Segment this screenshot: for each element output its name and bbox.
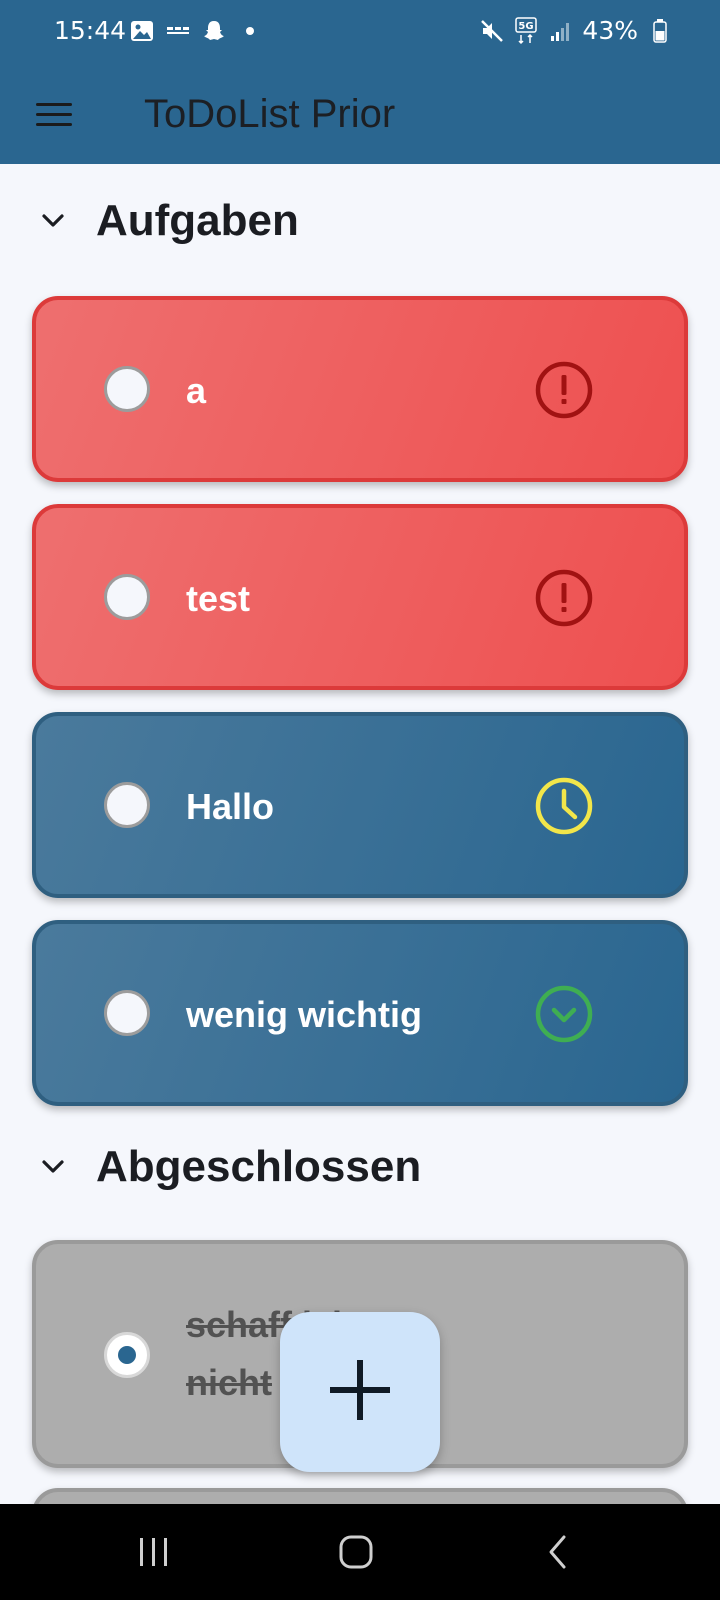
task-label: a	[186, 370, 207, 411]
status-bar: 15:44 5G 43%	[0, 0, 720, 64]
plus-icon	[328, 1358, 392, 1427]
add-task-button[interactable]	[280, 1312, 440, 1472]
status-left-icons	[130, 18, 262, 44]
status-time: 15:44	[54, 16, 127, 45]
system-nav-bar	[0, 1504, 720, 1600]
alert-circle-icon	[534, 360, 594, 420]
chevron-circle-down-icon	[534, 984, 594, 1044]
task-checkbox-checked[interactable]	[104, 1332, 150, 1378]
section-title-open: Aufgaben	[96, 196, 299, 245]
signal-icon	[548, 18, 572, 44]
task-label: wenig wichtig	[186, 994, 423, 1035]
recent-apps-icon[interactable]	[124, 1530, 184, 1574]
task-card[interactable]: test	[32, 504, 688, 690]
app-title: ToDoList Prior	[144, 92, 396, 136]
home-icon[interactable]	[326, 1530, 386, 1574]
mute-icon	[480, 18, 504, 44]
task-card[interactable]: a	[32, 296, 688, 482]
section-title-completed: Abgeschlossen	[96, 1142, 422, 1191]
battery-percent: 43%	[582, 16, 638, 45]
chevron-down-icon[interactable]	[40, 208, 66, 234]
section-header-open-tasks[interactable]: Aufgaben	[40, 196, 299, 246]
status-right-icons: 5G 43%	[480, 16, 672, 45]
dot-icon	[238, 18, 262, 44]
task-label: Hallo	[186, 786, 275, 827]
back-icon[interactable]	[528, 1530, 588, 1574]
network-badge-text: 5G	[519, 21, 534, 32]
task-label: test	[186, 578, 251, 619]
snapchat-icon	[202, 18, 226, 44]
gallery-icon	[130, 18, 154, 44]
chevron-down-icon[interactable]	[40, 1154, 66, 1180]
alert-circle-icon	[534, 568, 594, 628]
clock-icon	[534, 776, 594, 836]
network-5g-icon: 5G	[514, 16, 538, 44]
task-card[interactable]: wenig wichtig	[32, 920, 688, 1106]
hamburger-menu-icon[interactable]	[36, 94, 76, 134]
task-checkbox[interactable]	[104, 574, 150, 620]
task-checkbox[interactable]	[104, 990, 150, 1036]
app-notification-icon	[166, 18, 190, 44]
task-checkbox[interactable]	[104, 366, 150, 412]
task-card[interactable]: Hallo	[32, 712, 688, 898]
section-header-completed[interactable]: Abgeschlossen	[40, 1142, 421, 1192]
app-bar: ToDoList Prior	[0, 64, 720, 164]
battery-icon	[648, 18, 672, 44]
task-checkbox[interactable]	[104, 782, 150, 828]
